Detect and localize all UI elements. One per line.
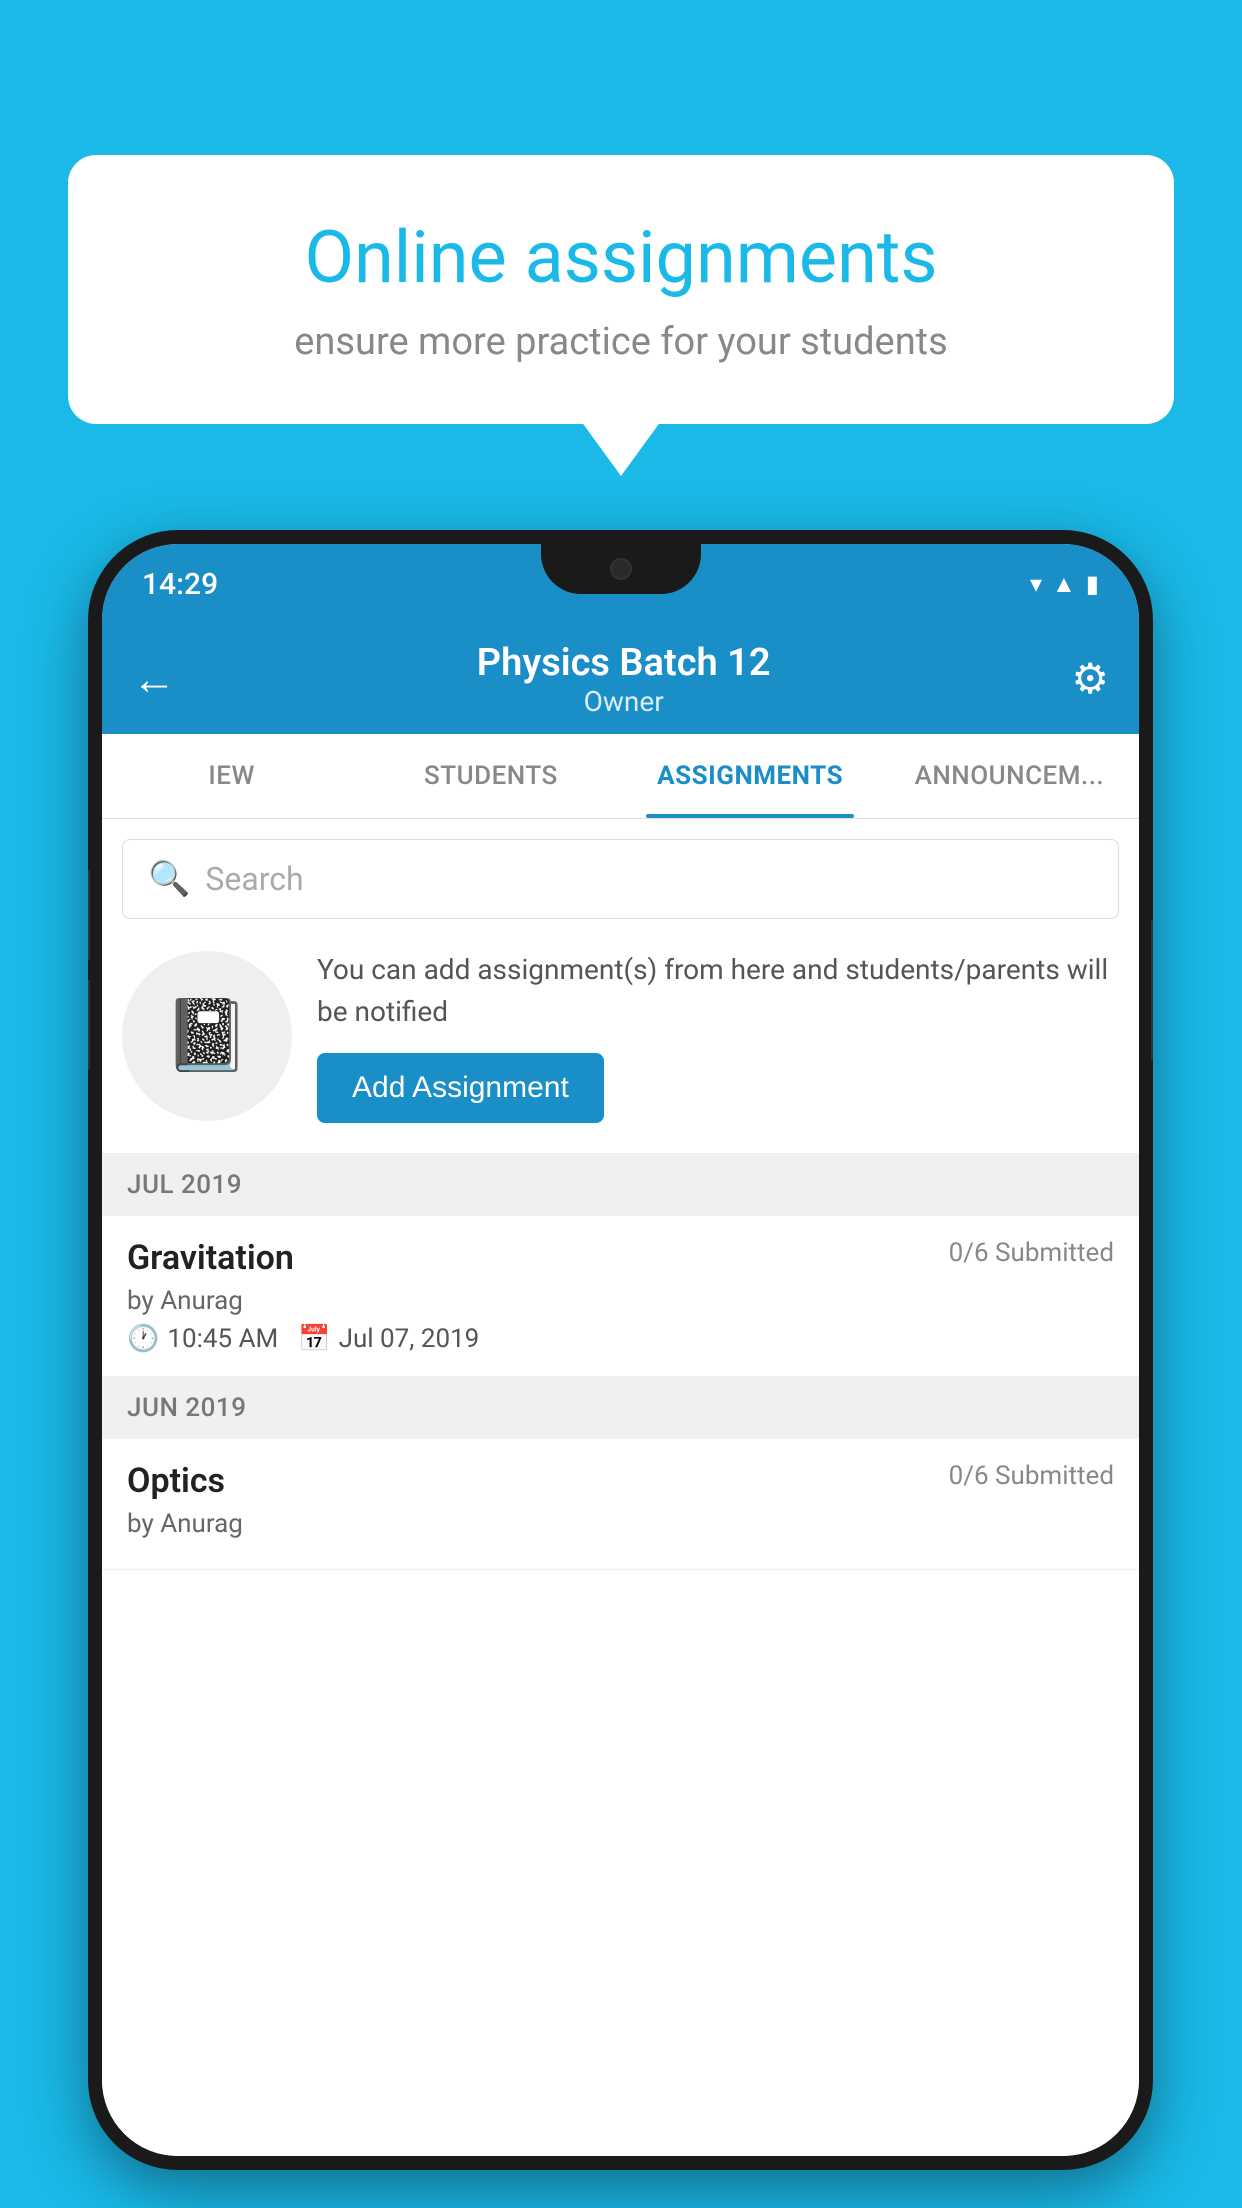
app-bar: ← Physics Batch 12 Owner ⚙ xyxy=(102,624,1139,734)
date-meta: 📅 Jul 07, 2019 xyxy=(298,1324,479,1354)
speech-bubble-subtitle: ensure more practice for your students xyxy=(138,320,1104,364)
status-bar: 14:29 ▾ ▲ ▮ xyxy=(102,544,1139,624)
speech-bubble: Online assignments ensure more practice … xyxy=(68,155,1174,424)
camera-dot xyxy=(610,558,632,580)
search-placeholder: Search xyxy=(205,860,303,898)
assignment-title: Optics xyxy=(127,1461,225,1501)
speech-bubble-title: Online assignments xyxy=(138,215,1104,300)
assignment-time: 10:45 AM xyxy=(167,1324,278,1354)
section-header-jun: JUN 2019 xyxy=(102,1377,1139,1439)
assignment-author: by Anurag xyxy=(127,1286,1114,1316)
tab-students[interactable]: STUDENTS xyxy=(361,734,620,818)
tab-assignments[interactable]: ASSIGNMENTS xyxy=(621,734,880,818)
status-icons: ▾ ▲ ▮ xyxy=(1030,570,1099,599)
notebook-icon: 📓 xyxy=(163,995,250,1077)
assignment-author: by Anurag xyxy=(127,1509,1114,1539)
promo-text-area: You can add assignment(s) from here and … xyxy=(317,949,1119,1123)
phone-notch xyxy=(541,544,701,594)
list-item[interactable]: Optics 0/6 Submitted by Anurag xyxy=(102,1439,1139,1570)
time-meta: 🕐 10:45 AM xyxy=(127,1324,278,1354)
assignment-submitted: 0/6 Submitted xyxy=(949,1238,1114,1268)
add-assignment-button[interactable]: Add Assignment xyxy=(317,1053,604,1123)
volume-up-button xyxy=(88,870,90,960)
assignment-date: Jul 07, 2019 xyxy=(339,1324,480,1354)
status-time: 14:29 xyxy=(142,567,218,602)
promo-description: You can add assignment(s) from here and … xyxy=(317,949,1119,1033)
tabs-bar: IEW STUDENTS ASSIGNMENTS ANNOUNCEM... xyxy=(102,734,1139,819)
battery-icon: ▮ xyxy=(1086,570,1099,598)
clock-icon: 🕐 xyxy=(127,1324,159,1354)
assignment-top-row: Gravitation 0/6 Submitted xyxy=(127,1238,1114,1278)
tab-iew[interactable]: IEW xyxy=(102,734,361,818)
back-button[interactable]: ← xyxy=(132,653,176,705)
calendar-icon: 📅 xyxy=(298,1324,330,1354)
assignment-submitted: 0/6 Submitted xyxy=(949,1461,1114,1491)
volume-down-button xyxy=(88,980,90,1070)
app-bar-center: Physics Batch 12 Owner xyxy=(196,641,1051,718)
assignment-meta: 🕐 10:45 AM 📅 Jul 07, 2019 xyxy=(127,1324,1114,1354)
tab-announcements[interactable]: ANNOUNCEM... xyxy=(880,734,1139,818)
signal-icon: ▲ xyxy=(1052,570,1076,599)
search-bar[interactable]: 🔍 Search xyxy=(122,839,1119,919)
assignment-top-row: Optics 0/6 Submitted xyxy=(127,1461,1114,1501)
power-button xyxy=(1151,920,1153,1060)
section-header-jul: JUL 2019 xyxy=(102,1154,1139,1216)
promo-section: 📓 You can add assignment(s) from here an… xyxy=(102,919,1139,1154)
settings-button[interactable]: ⚙ xyxy=(1071,654,1109,704)
phone-device: 14:29 ▾ ▲ ▮ ← Physics Batch 12 Owner ⚙ I… xyxy=(88,530,1153,2170)
screen-content: 🔍 Search 📓 You can add assignment(s) fro… xyxy=(102,819,1139,2156)
app-bar-subtitle: Owner xyxy=(196,685,1051,718)
promo-icon-circle: 📓 xyxy=(122,951,292,1121)
search-icon: 🔍 xyxy=(148,859,190,899)
phone-screen: 14:29 ▾ ▲ ▮ ← Physics Batch 12 Owner ⚙ I… xyxy=(102,544,1139,2156)
assignment-title: Gravitation xyxy=(127,1238,294,1278)
list-item[interactable]: Gravitation 0/6 Submitted by Anurag 🕐 10… xyxy=(102,1216,1139,1377)
app-bar-title: Physics Batch 12 xyxy=(196,641,1051,685)
wifi-icon: ▾ xyxy=(1030,570,1042,598)
